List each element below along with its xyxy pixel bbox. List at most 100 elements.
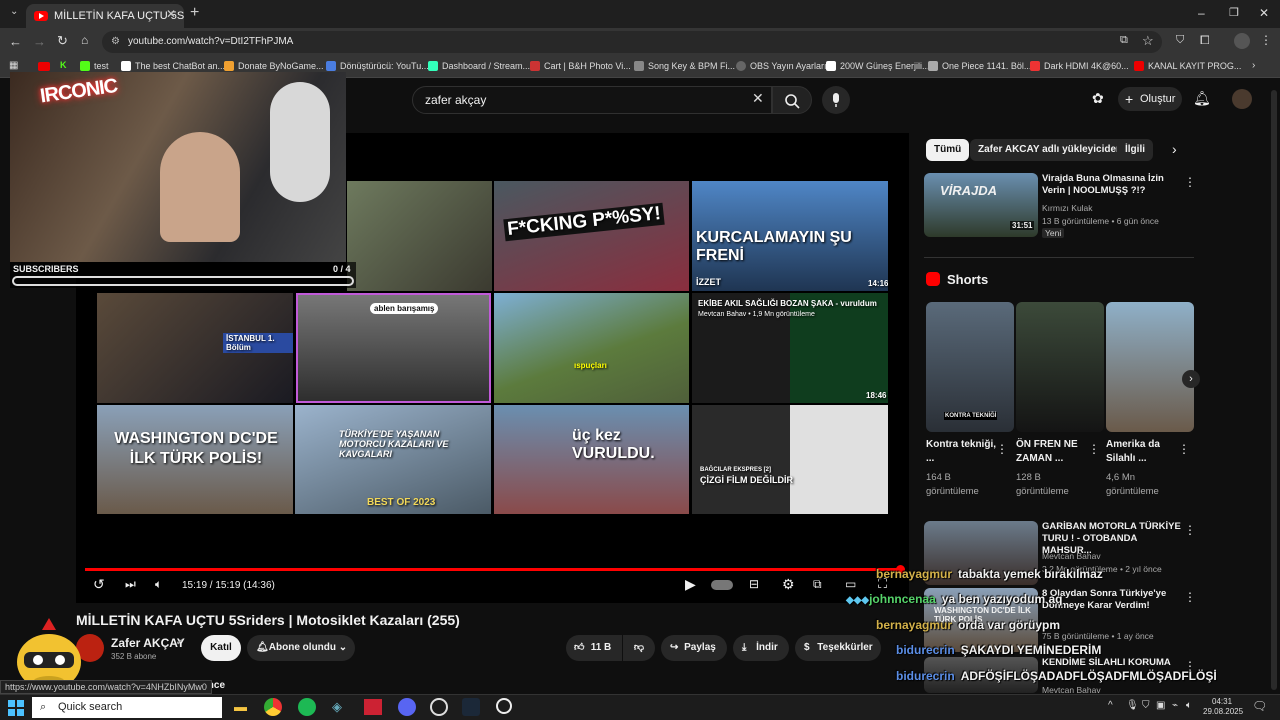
autoplay-icon[interactable]: ▶: [685, 576, 696, 593]
cast-icon[interactable]: ⧉: [1120, 34, 1128, 47]
chrome-icon[interactable]: [264, 698, 282, 716]
shorts-next-icon[interactable]: ›: [1182, 370, 1200, 388]
endscreen-video-2[interactable]: F*CKING P*%SY!: [494, 181, 689, 291]
minimize-icon[interactable]: –: [1198, 6, 1205, 20]
home-icon[interactable]: ⌂: [81, 33, 88, 47]
bookmark-converter[interactable]: Dönüştürücü: YouTu...: [326, 61, 429, 71]
discord-icon[interactable]: [398, 698, 416, 716]
endscreen-video-7[interactable]: EKİBE AKIL SAĞLIĞI BOZAN ŞAKA - vuruldum…: [692, 293, 888, 403]
create-button[interactable]: + Oluştur: [1118, 87, 1182, 111]
short-more-icon[interactable]: ⋮: [996, 442, 1008, 456]
video-editor-icon[interactable]: [364, 699, 382, 715]
chips-next-icon[interactable]: ›: [1172, 141, 1177, 157]
theater-mode-icon[interactable]: ▭: [845, 577, 856, 591]
account-avatar[interactable]: [1232, 89, 1252, 109]
endscreen-video-3[interactable]: KURCALAMAYIN ŞU FRENİ İZZET 14:16: [692, 181, 888, 291]
tab-close-icon[interactable]: ✕: [166, 7, 176, 21]
file-explorer-icon[interactable]: ▬: [234, 699, 247, 714]
bookmarks-overflow-icon[interactable]: ›: [1252, 60, 1255, 71]
thanks-button[interactable]: $ Teşekkürler: [795, 635, 881, 661]
extensions-icon[interactable]: ⧠: [1200, 33, 1210, 48]
short-card-2[interactable]: [1016, 302, 1104, 432]
browser-menu-icon[interactable]: ⋮: [1260, 33, 1272, 47]
bookmark-bh[interactable]: Cart | B&H Photo Vi...: [530, 61, 631, 71]
bookmark-chatbot[interactable]: The best ChatBot an...: [121, 61, 225, 71]
join-button[interactable]: Katıl: [201, 635, 241, 661]
reload-icon[interactable]: ↻: [57, 33, 68, 49]
bookmark-kanal[interactable]: KANAL KAYIT PROG...: [1134, 61, 1241, 71]
steam-icon[interactable]: [462, 698, 480, 716]
subscribed-button[interactable]: 🔔︎ Abone olundu ⌄: [247, 635, 355, 661]
restore-icon[interactable]: ❐: [1229, 6, 1239, 19]
back-icon[interactable]: ←: [9, 34, 22, 49]
endscreen-video-9[interactable]: TÜRKİYE'DE YAŞANAN MOTORCU KAZALARI VE K…: [295, 405, 491, 514]
endscreen-video-11[interactable]: BAĞCILAR EKSPRES [2] ÇİZGİ FİLM DEĞİLDİR: [692, 405, 888, 514]
endscreen-video-10[interactable]: üç kez VURULDU.: [494, 405, 689, 514]
volume-icon[interactable]: 🔈︎: [155, 577, 162, 592]
like-button[interactable]: 👍︎ 11 B: [566, 635, 622, 661]
new-tab-icon[interactable]: +: [190, 4, 199, 22]
tray-chevron-icon[interactable]: ^: [1108, 700, 1113, 711]
tray-shield-icon[interactable]: ⛉: [1142, 700, 1150, 711]
chip-from-uploader[interactable]: Zafer AKCAY adlı yükleyiciden: [970, 139, 1131, 161]
clear-search-icon[interactable]: ✕: [752, 90, 764, 107]
shield-icon[interactable]: ⛉: [1176, 34, 1184, 47]
apps-grid-icon[interactable]: ▦: [9, 60, 18, 71]
clock-date[interactable]: 29.08.2025: [1203, 707, 1243, 716]
app-circle-icon[interactable]: [496, 698, 512, 714]
chip-all[interactable]: Tümü: [926, 139, 970, 161]
kick-bookmark-icon[interactable]: K: [60, 60, 67, 70]
short-card-1[interactable]: KONTRA TEKNİĞİ: [926, 302, 1014, 432]
tray-display-icon[interactable]: ▣: [1156, 700, 1165, 711]
app-icon[interactable]: ◈: [332, 699, 342, 715]
forward-icon[interactable]: →: [33, 34, 46, 49]
notifications-icon[interactable]: 🗨︎: [1252, 699, 1267, 713]
settings-gear-icon[interactable]: ⚙: [782, 576, 795, 593]
autoplay-toggle[interactable]: [711, 580, 733, 590]
taskbar-search-input[interactable]: ⌕ Quick search: [32, 697, 222, 718]
spotify-icon[interactable]: [298, 698, 316, 716]
tab-list-icon[interactable]: ⌄: [10, 6, 18, 17]
clock-time[interactable]: 04:31: [1212, 697, 1232, 706]
browser-tab-active[interactable]: MİLLETİN KAFA UÇTU 5Sriders | Moto: [26, 4, 184, 28]
bookmark-hdmi[interactable]: Dark HDMI 4K@60...: [1030, 61, 1129, 71]
replay-icon[interactable]: ↺: [93, 576, 105, 593]
youtube-bookmark-icon[interactable]: [38, 62, 50, 71]
more-options-icon[interactable]: ⋮: [1184, 523, 1196, 537]
subtitles-icon[interactable]: ⊟: [749, 577, 759, 591]
address-input[interactable]: ⚙ youtube.com/watch?v=DtI2TFhPJMA: [102, 31, 1162, 53]
page-scrollbar[interactable]: [1271, 90, 1277, 690]
bookmark-star-icon[interactable]: ☆: [1142, 33, 1154, 49]
more-options-icon[interactable]: ⋮: [1184, 175, 1196, 189]
profile-avatar[interactable]: [1234, 33, 1250, 49]
channel-name[interactable]: Zafer AKÇAY: [111, 636, 185, 650]
short-more-icon[interactable]: ⋮: [1178, 442, 1190, 456]
bookmark-dashboard[interactable]: Dashboard / Stream...: [428, 61, 530, 71]
dislike-button[interactable]: 👎︎: [623, 635, 655, 661]
download-button[interactable]: ⤓ İndir: [733, 635, 789, 661]
cast-icon[interactable]: ✿: [1092, 90, 1104, 107]
endscreen-video-6[interactable]: ıspuçları: [494, 293, 689, 403]
endscreen-video-4[interactable]: İSTANBUL 1. Bölüm: [97, 293, 293, 403]
voice-search-button[interactable]: [822, 86, 850, 114]
bookmark-obs[interactable]: OBS Yayın Ayarları: [736, 61, 827, 71]
tray-mic-icon[interactable]: 🎙︎: [1126, 700, 1139, 711]
endscreen-video-8[interactable]: WASHINGTON DC'DE İLK TÜRK POLİS!: [97, 405, 293, 514]
endscreen-video-1[interactable]: [347, 181, 492, 291]
endscreen-video-5[interactable]: ablen barışamış: [296, 293, 491, 403]
next-icon[interactable]: ⏭: [125, 577, 136, 592]
network-icon[interactable]: ⌁: [1172, 700, 1178, 711]
more-options-icon[interactable]: ⋮: [1184, 590, 1196, 604]
miniplayer-icon[interactable]: ⧉: [813, 577, 822, 592]
site-info-icon[interactable]: ⚙: [111, 31, 120, 53]
bookmark-amazon[interactable]: 200W Güneş Enerjili...: [826, 61, 930, 71]
bookmark-songkey[interactable]: Song Key & BPM Fi...: [634, 61, 735, 71]
windows-start-icon[interactable]: [8, 700, 24, 716]
window-close-icon[interactable]: ✕: [1259, 6, 1269, 20]
volume-icon[interactable]: 🔈︎: [1186, 700, 1192, 711]
chip-related[interactable]: İlgili: [1117, 139, 1153, 161]
bookmark-test[interactable]: test: [80, 61, 109, 71]
share-button[interactable]: ↪ Paylaş: [661, 635, 727, 661]
bookmark-donate[interactable]: Donate ByNoGame...: [224, 61, 324, 71]
progress-bar[interactable]: [85, 568, 900, 571]
